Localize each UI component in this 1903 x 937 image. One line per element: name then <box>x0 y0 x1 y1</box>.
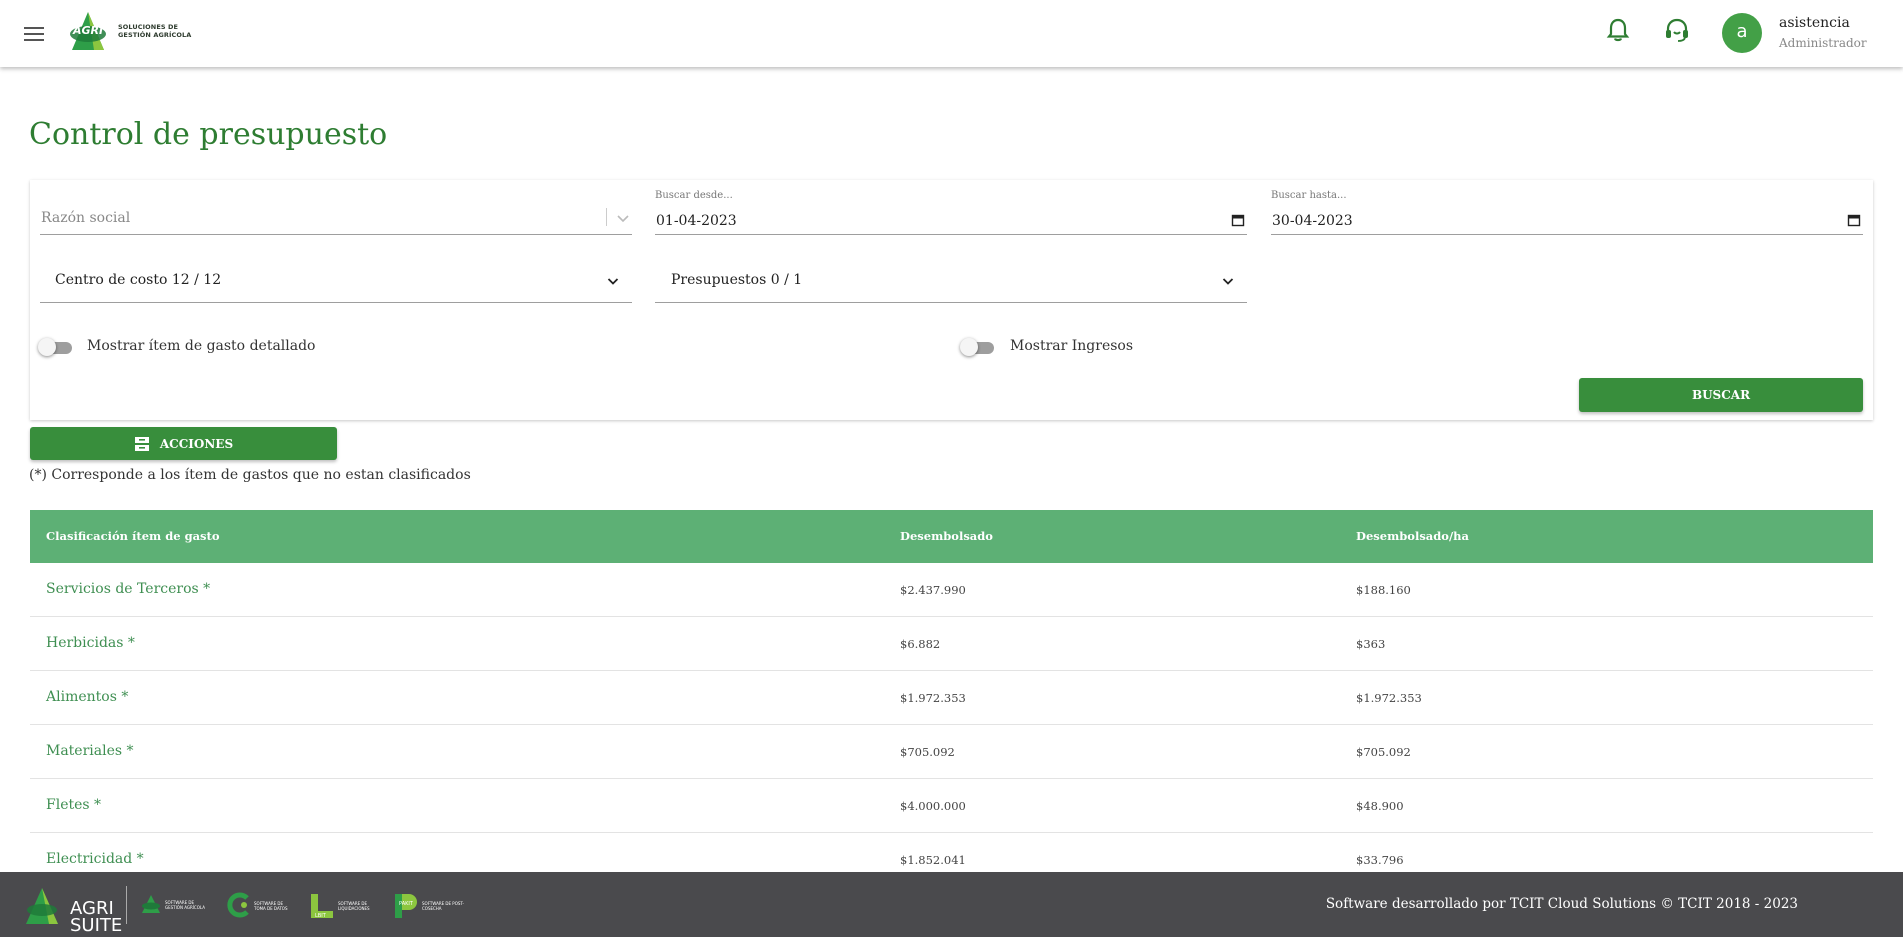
agri-sublogo: SOFTWARE DE GESTIÓN AGRÍCOLA <box>140 894 205 918</box>
row-desembolsado-ha: $705.092 <box>1356 745 1411 759</box>
tomadatos-sublogo: SOFTWARE DE TOMA DE DATOS <box>225 892 288 922</box>
calendar-icon[interactable] <box>1847 213 1861 227</box>
top-bar: AGRI SOLUCIONES DE GESTIÓN AGRÍCOLA a as… <box>0 0 1903 67</box>
toggle-detalle-label: Mostrar ítem de gasto detallado <box>87 338 316 354</box>
table-header: Clasificación ítem de gasto Desembolsado… <box>30 510 1873 563</box>
tomadatos-logo-mark <box>227 892 249 918</box>
agri-sublogo-text: SOFTWARE DE GESTIÓN AGRÍCOLA <box>165 900 205 910</box>
headset-icon[interactable] <box>1663 16 1691 44</box>
buscar-hasta-field[interactable]: Buscar hasta... 30-04-2023 <box>1271 190 1863 235</box>
table-row: Materiales * $705.092 $705.092 <box>30 725 1873 779</box>
header-desembolsado: Desembolsado <box>900 529 993 543</box>
buscar-button[interactable]: BUSCAR <box>1579 378 1863 412</box>
acciones-label: ACCIONES <box>159 436 234 451</box>
chevron-down-icon <box>617 215 629 223</box>
centro-costo-select[interactable]: Centro de costo 12 / 12 <box>40 260 632 303</box>
table-row: Alimentos * $1.972.353 $1.972.353 <box>30 671 1873 725</box>
row-classification-link[interactable]: Fletes * <box>46 797 101 813</box>
row-desembolsado: $1.852.041 <box>900 853 966 867</box>
menu-icon[interactable] <box>24 23 44 43</box>
pakit-sublogo-text: SOFTWARE DE POST-COSECHA <box>422 901 464 911</box>
pakit-mark: PAKIT <box>399 901 413 907</box>
page-title: Control de presupuesto <box>29 117 388 152</box>
buscar-desde-field[interactable]: Buscar desde... 01-04-2023 <box>655 190 1247 235</box>
avatar[interactable]: a <box>1722 13 1762 53</box>
app-logo[interactable]: AGRI SOLUCIONES DE GESTIÓN AGRÍCOLA <box>64 8 198 54</box>
row-desembolsado-ha: $33.796 <box>1356 853 1404 867</box>
filter-panel: Razón social Buscar desde... 01-04-2023 … <box>30 180 1873 420</box>
toggle-ingresos-label: Mostrar Ingresos <box>1010 338 1134 354</box>
lbit-sublogo: LBIT SOFTWARE DE LIQUIDACIONES <box>309 892 370 924</box>
table-row: Fletes * $4.000.000 $48.900 <box>30 779 1873 833</box>
header-desembolsado-ha: Desembolsado/ha <box>1356 529 1469 543</box>
presupuestos-value: Presupuestos 0 / 1 <box>671 272 803 288</box>
footer-brand: AGRI SUITE <box>70 898 123 936</box>
note-text: (*) Corresponde a los ítem de gastos que… <box>29 467 471 483</box>
presupuestos-select[interactable]: Presupuestos 0 / 1 <box>655 260 1247 303</box>
agri-logo-mark: AGRI <box>64 8 112 54</box>
row-desembolsado-ha: $1.972.353 <box>1356 691 1422 705</box>
footer-credit: Software desarrollado por TCIT Cloud Sol… <box>1325 896 1798 912</box>
row-desembolsado: $705.092 <box>900 745 955 759</box>
row-desembolsado: $2.437.990 <box>900 583 966 597</box>
header-clasificacion: Clasificación ítem de gasto <box>46 529 220 543</box>
lbit-sublogo-text: SOFTWARE DE LIQUIDACIONES <box>338 901 370 911</box>
buscar-desde-label: Buscar desde... <box>655 190 733 201</box>
tomadatos-sublogo-text: SOFTWARE DE TOMA DE DATOS <box>254 901 288 911</box>
footer-divider <box>126 886 127 924</box>
calendar-icon[interactable] <box>1231 213 1245 227</box>
row-desembolsado-ha: $188.160 <box>1356 583 1411 597</box>
row-desembolsado: $1.972.353 <box>900 691 966 705</box>
row-classification-link[interactable]: Servicios de Terceros * <box>46 581 210 597</box>
toggle-detalle[interactable] <box>38 338 74 356</box>
footer: AGRI SUITE SOFTWARE DE GESTIÓN AGRÍCOLA … <box>0 872 1903 937</box>
pakit-sublogo: PAKIT SOFTWARE DE POST-COSECHA <box>393 892 464 924</box>
user-role: Administrador <box>1779 36 1867 50</box>
razon-social-select[interactable]: Razón social <box>40 202 632 235</box>
chevron-down-icon <box>1222 278 1234 285</box>
bell-icon[interactable] <box>1604 16 1632 44</box>
select-separator <box>606 208 607 226</box>
row-desembolsado-ha: $48.900 <box>1356 799 1404 813</box>
razon-social-placeholder: Razón social <box>41 210 131 226</box>
row-classification-link[interactable]: Electricidad * <box>46 851 144 867</box>
agrisuite-logo-mark <box>26 888 58 924</box>
toggle-ingresos[interactable] <box>960 338 996 356</box>
row-classification-link[interactable]: Materiales * <box>46 743 134 759</box>
buscar-desde-value: 01-04-2023 <box>656 213 737 229</box>
table-row: Herbicidas * $6.882 $363 <box>30 617 1873 671</box>
row-desembolsado: $6.882 <box>900 637 941 651</box>
budget-table: Clasificación ítem de gasto Desembolsado… <box>30 510 1873 887</box>
row-desembolsado: $4.000.000 <box>900 799 966 813</box>
row-classification-link[interactable]: Alimentos * <box>46 689 128 705</box>
row-classification-link[interactable]: Herbicidas * <box>46 635 135 651</box>
chevron-down-icon <box>607 278 619 285</box>
user-name: asistencia <box>1779 15 1850 31</box>
table-row: Servicios de Terceros * $2.437.990 $188.… <box>30 563 1873 617</box>
row-desembolsado-ha: $363 <box>1356 637 1386 651</box>
lbit-mark: LBIT <box>315 913 326 919</box>
agri-logo-mark <box>142 895 160 913</box>
centro-costo-value: Centro de costo 12 / 12 <box>55 272 222 288</box>
logo-subtitle: SOLUCIONES DE GESTIÓN AGRÍCOLA <box>118 23 192 39</box>
acciones-button[interactable]: ACCIONES <box>30 427 337 460</box>
buscar-hasta-value: 30-04-2023 <box>1272 213 1353 229</box>
buscar-hasta-label: Buscar hasta... <box>1271 190 1347 201</box>
agrisuite-logo: AGRI SUITE <box>22 886 122 935</box>
archive-icon <box>134 436 149 451</box>
